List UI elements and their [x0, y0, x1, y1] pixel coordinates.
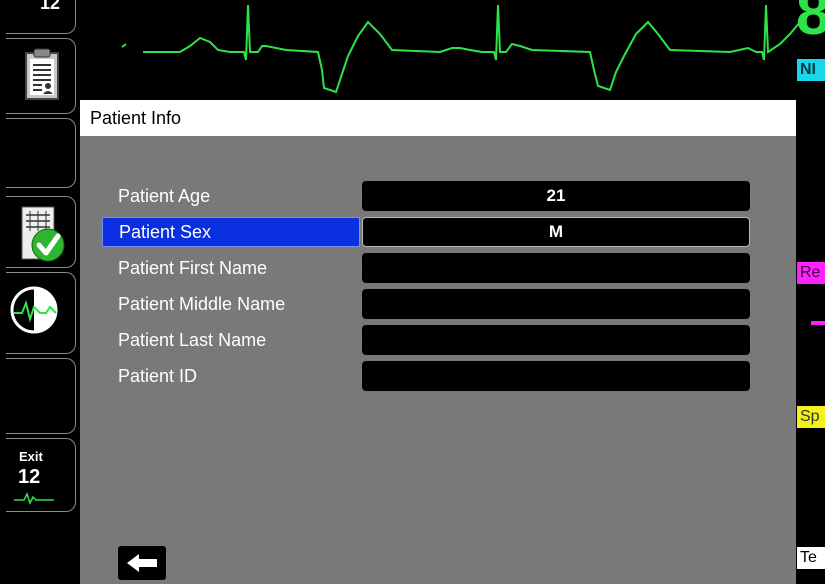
- field-patient-middle-name[interactable]: Patient Middle Name: [102, 289, 750, 319]
- field-value[interactable]: [362, 325, 750, 355]
- softkey-blank-2[interactable]: [6, 358, 76, 434]
- waveform-icon: [10, 286, 58, 334]
- spo2-label[interactable]: Sp: [797, 406, 825, 428]
- softkey-column: 12 Exit 12: [0, 0, 80, 584]
- field-patient-last-name[interactable]: Patient Last Name: [102, 325, 750, 355]
- field-patient-id[interactable]: Patient ID: [102, 361, 750, 391]
- twelve-lead-icon: [14, 492, 54, 505]
- clipboard-icon: [25, 48, 59, 100]
- temp-label[interactable]: Te: [797, 547, 825, 569]
- softkey-12-lead-top[interactable]: 12: [6, 0, 76, 34]
- softkey-patient-info[interactable]: [6, 38, 76, 114]
- heart-rate-value: 8: [796, 0, 825, 48]
- field-label: Patient First Name: [118, 258, 268, 278]
- twelve-lead-number: 12: [18, 466, 41, 488]
- field-value[interactable]: 21: [362, 181, 750, 211]
- softkey-waveform[interactable]: [6, 272, 76, 354]
- field-patient-sex[interactable]: Patient Sex M: [102, 217, 750, 247]
- back-button[interactable]: [118, 546, 166, 580]
- softkey-exit-12-lead[interactable]: Exit 12: [6, 438, 76, 512]
- left-arrow-icon: [127, 554, 157, 572]
- exit-label: Exit: [19, 449, 43, 464]
- softkey-blank-1[interactable]: [6, 118, 76, 188]
- nibp-label[interactable]: NI: [797, 59, 825, 81]
- field-label: Patient Sex: [102, 217, 360, 247]
- field-value[interactable]: [362, 289, 750, 319]
- field-value[interactable]: [362, 361, 750, 391]
- resp-value-dash: [811, 321, 825, 325]
- field-label: Patient Age: [118, 186, 211, 206]
- softkey-top-number: 12: [40, 0, 61, 13]
- patient-info-dialog: Patient Info Patient Age 21 Patient Sex …: [80, 100, 796, 584]
- schedule-check-icon: [21, 206, 65, 262]
- ecg-waveform: [121, 4, 800, 94]
- resp-label[interactable]: Re: [797, 262, 825, 284]
- field-label: Patient Last Name: [118, 330, 267, 350]
- field-value[interactable]: M: [362, 217, 750, 247]
- softkey-schedule-check[interactable]: [6, 196, 76, 268]
- field-value[interactable]: [362, 253, 750, 283]
- field-patient-age[interactable]: Patient Age 21: [102, 181, 750, 211]
- field-label: Patient ID: [118, 366, 198, 386]
- field-patient-first-name[interactable]: Patient First Name: [102, 253, 750, 283]
- dialog-title: Patient Info: [80, 100, 796, 136]
- field-label: Patient Middle Name: [118, 294, 286, 314]
